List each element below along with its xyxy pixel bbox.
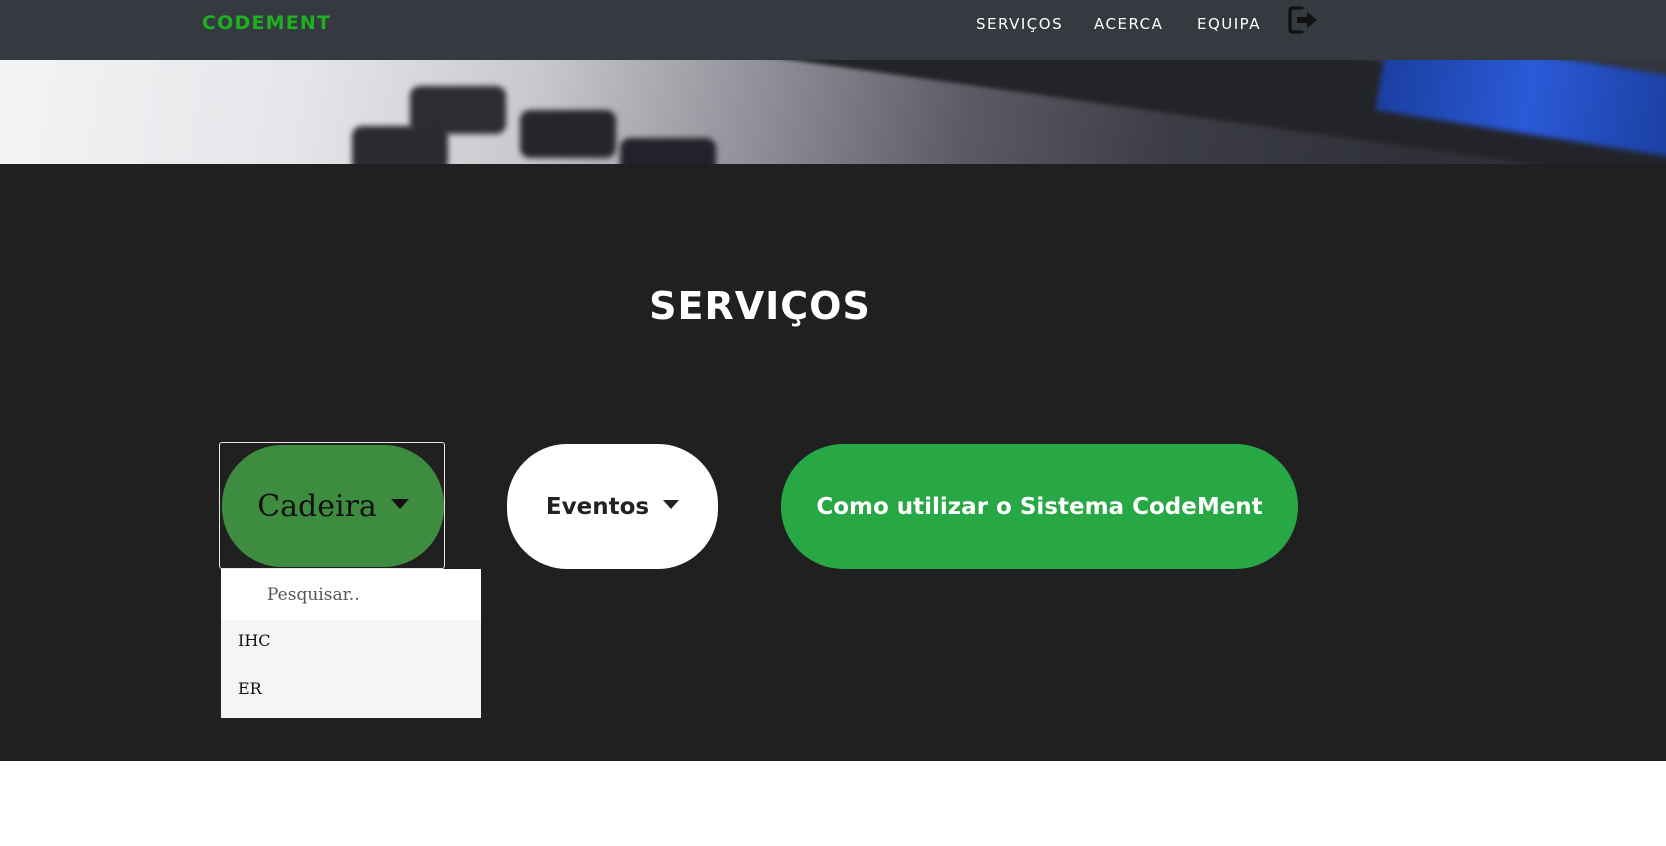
keyboard-key-shape <box>620 138 716 164</box>
hero-banner-image <box>0 60 1666 164</box>
eventos-dropdown-button[interactable]: Eventos <box>507 444 718 569</box>
logout-icon[interactable] <box>1287 4 1319 36</box>
services-section: SERVIÇOS Cadeira Eventos Como utilizar o… <box>0 164 1666 761</box>
caret-down-icon <box>390 499 409 509</box>
section-title: SERVIÇOS <box>649 284 871 328</box>
dropdown-item-er[interactable]: ER <box>238 679 262 698</box>
dropdown-item-ihc[interactable]: IHC <box>238 631 271 650</box>
cadeira-dropdown-menu: IHC ER <box>221 569 481 718</box>
logout-icon-graphic <box>1288 6 1317 34</box>
nav-link-servicos[interactable]: SERVIÇOS <box>976 15 1063 33</box>
brand-logo[interactable]: CODEMENT <box>202 12 331 34</box>
nav-link-acerca[interactable]: ACERCA <box>1094 15 1163 33</box>
nav-link-equipa[interactable]: EQUIPA <box>1197 15 1261 33</box>
eventos-button-label: Eventos <box>545 493 650 520</box>
navbar: CODEMENT SERVIÇOS ACERCA EQUIPA <box>0 0 1666 60</box>
como-utilizar-label: Como utilizar o Sistema CodeMent <box>816 493 1263 520</box>
keyboard-key-shape <box>352 126 448 164</box>
como-utilizar-button[interactable]: Como utilizar o Sistema CodeMent <box>781 444 1298 569</box>
keyboard-key-shape <box>520 110 616 158</box>
cadeira-button-label: Cadeira <box>257 488 377 524</box>
cadeira-dropdown-button[interactable]: Cadeira <box>222 445 444 567</box>
dropdown-search-input[interactable] <box>221 569 481 620</box>
caret-down-icon <box>663 500 680 509</box>
